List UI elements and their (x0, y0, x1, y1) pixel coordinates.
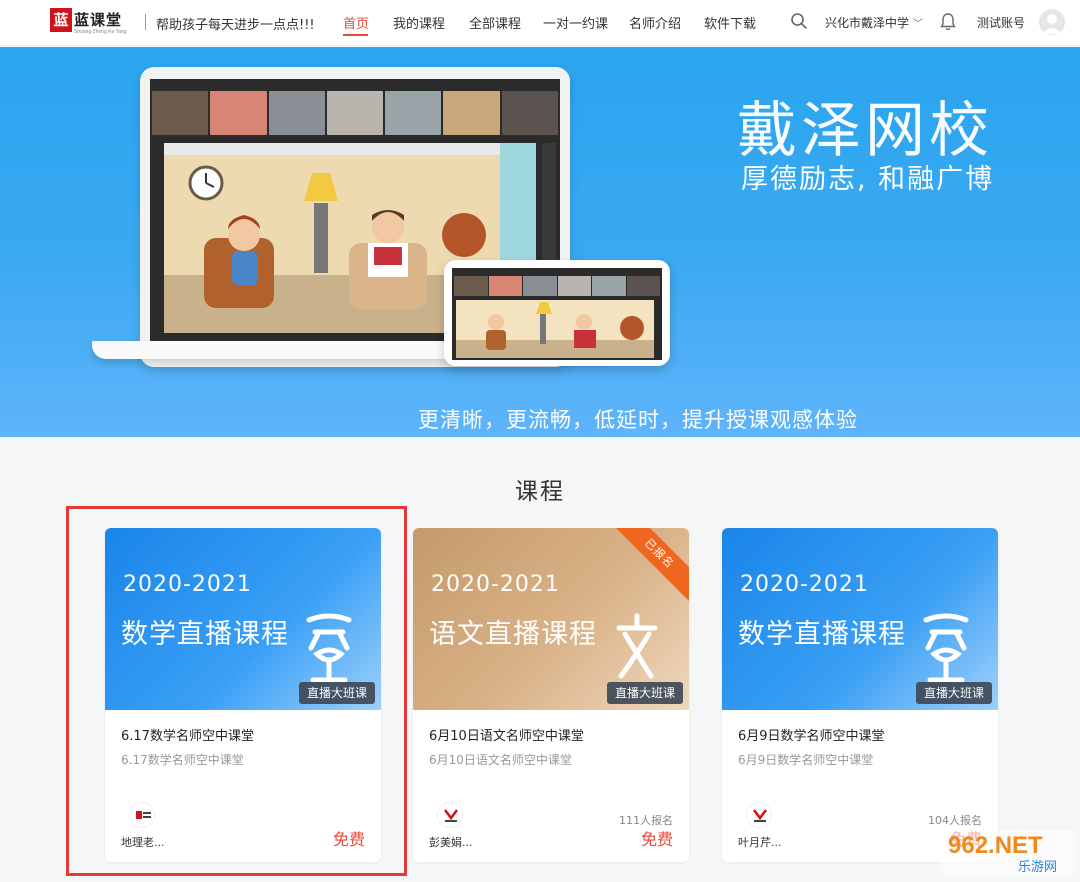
phone-lesson-view (456, 300, 654, 358)
course-type-badge: 直播大班课 (606, 682, 683, 704)
teacher-avatar (746, 802, 772, 828)
cover-title: 数学直播课程 (738, 619, 906, 650)
teacher-logo-icon (753, 809, 767, 822)
participant-video-tile (454, 276, 488, 296)
school-selector[interactable]: 兴化市戴泽中学 ﹀ (825, 14, 923, 31)
nav-my-courses[interactable]: 我的课程 (393, 13, 445, 32)
course-card[interactable]: 2020-2021 数学直播课程 直播大班课 6月9日数学名师空中课堂 6月9日… (722, 528, 998, 862)
course-cover: 2020-2021 语文直播课程 直播大班课 已报名 (413, 528, 689, 710)
course-card[interactable]: 2020-2021 语文直播课程 直播大班课 已报名 6月10日语文名师空中课堂… (413, 528, 689, 862)
banner-subtitle: 厚德励志, 和融广博 (741, 164, 995, 195)
participant-video-tile (443, 91, 500, 135)
course-title[interactable]: 6月9日数学名师空中课堂 (738, 725, 885, 744)
nav-home[interactable]: 首页 (343, 13, 369, 32)
video-participant-strip (150, 91, 560, 135)
teacher-logo-icon (444, 809, 458, 822)
course-subtitle: 6.17数学名师空中课堂 (121, 753, 244, 767)
course-cover: 2020-2021 数学直播课程 直播大班课 (722, 528, 998, 710)
nav-one-on-one[interactable]: 一对一约课 (543, 13, 608, 32)
cover-year: 2020-2021 (123, 572, 252, 597)
cover-title: 数学直播课程 (121, 619, 289, 650)
course-subtitle: 6月10日语文名师空中课堂 (429, 753, 572, 767)
course-price: 免费 (332, 830, 365, 849)
logo-subtext: Shuang Zheng Ke Tang (74, 29, 127, 35)
teacher-name: 叶月芹... (738, 836, 782, 849)
bell-icon[interactable] (939, 12, 957, 32)
account-name[interactable]: 测试账号 (977, 14, 1025, 31)
user-silhouette-icon (1042, 14, 1062, 34)
participant-video-tile (268, 91, 325, 135)
teacher-avatar (129, 802, 155, 828)
participant-video-tile (210, 91, 267, 135)
participant-video-tile (385, 91, 442, 135)
teacher-avatar (437, 802, 463, 828)
nav-teachers[interactable]: 名师介绍 (629, 13, 681, 32)
teacher-name: 地理老... (121, 836, 165, 849)
chinese-glyph-icon (616, 613, 658, 679)
banner-title: 戴泽网校 (737, 96, 993, 166)
chevron-down-icon: ﹀ (913, 19, 924, 30)
cover-title: 语文直播课程 (429, 619, 597, 650)
user-avatar[interactable] (1039, 9, 1065, 35)
participant-video-tile (626, 276, 660, 296)
course-title[interactable]: 6月10日语文名师空中课堂 (429, 725, 584, 744)
hero-banner[interactable]: 戴泽网校 厚德励志, 和融广博 更清晰，更流畅，低延时，提升授课观感体验 (0, 47, 1080, 437)
search-icon[interactable] (790, 12, 808, 30)
participant-video-tile (152, 91, 209, 135)
participant-video-tile (326, 91, 384, 135)
participant-video-tile (592, 276, 626, 296)
course-title[interactable]: 6.17数学名师空中课堂 (121, 725, 254, 744)
courses-section-title: 课程 (515, 479, 565, 505)
teacher-logo-icon (136, 811, 151, 819)
participant-video-tile (523, 276, 557, 296)
course-type-badge: 直播大班课 (298, 682, 375, 704)
course-card[interactable]: 2020-2021 数学直播课程 直播大班课 6.17数学名师空中课堂 6.17… (105, 528, 381, 862)
teacher-name: 彭美娟... (429, 836, 473, 849)
math-glyph-icon (923, 613, 969, 683)
phone-screen (452, 268, 662, 360)
nav-all-courses[interactable]: 全部课程 (469, 13, 521, 32)
participant-video-tile (501, 91, 558, 135)
cover-year: 2020-2021 (431, 572, 560, 597)
logo-text: 蓝课堂 (74, 11, 123, 29)
math-glyph-icon (306, 613, 352, 683)
slogan-divider (145, 14, 146, 30)
enrolled-ribbon: 已报名 (608, 528, 689, 605)
site-watermark: 962.NET 乐游网 (940, 830, 1076, 876)
course-type-badge: 直播大班课 (915, 682, 992, 704)
cartoon-lesson-illustration (456, 302, 654, 358)
phone-video-strip (452, 276, 662, 296)
watermark-sub: 乐游网 (1018, 860, 1057, 875)
nav-software-download[interactable]: 软件下载 (704, 13, 756, 32)
lesson-window-titlebar (164, 143, 500, 155)
course-subtitle: 6月9日数学名师空中课堂 (738, 753, 874, 767)
school-name: 兴化市戴泽中学 (825, 16, 910, 30)
participant-video-tile (557, 276, 591, 296)
top-header: 蓝 蓝课堂 Shuang Zheng Ke Tang 帮助孩子每天进步一点点!!… (0, 0, 1080, 46)
site-logo[interactable]: 蓝 蓝课堂 Shuang Zheng Ke Tang (50, 8, 128, 38)
banner-caption: 更清晰，更流畅，低延时，提升授课观感体验 (418, 408, 858, 432)
cover-year: 2020-2021 (740, 572, 869, 597)
course-cover: 2020-2021 数学直播课程 直播大班课 (105, 528, 381, 710)
site-slogan: 帮助孩子每天进步一点点!!! (156, 18, 315, 33)
logo-mark: 蓝 (50, 8, 72, 32)
course-price: 免费 (640, 830, 673, 849)
participant-video-tile (488, 276, 522, 296)
nav-active-indicator (343, 34, 368, 36)
watermark-text: 962.NET (948, 832, 1043, 859)
